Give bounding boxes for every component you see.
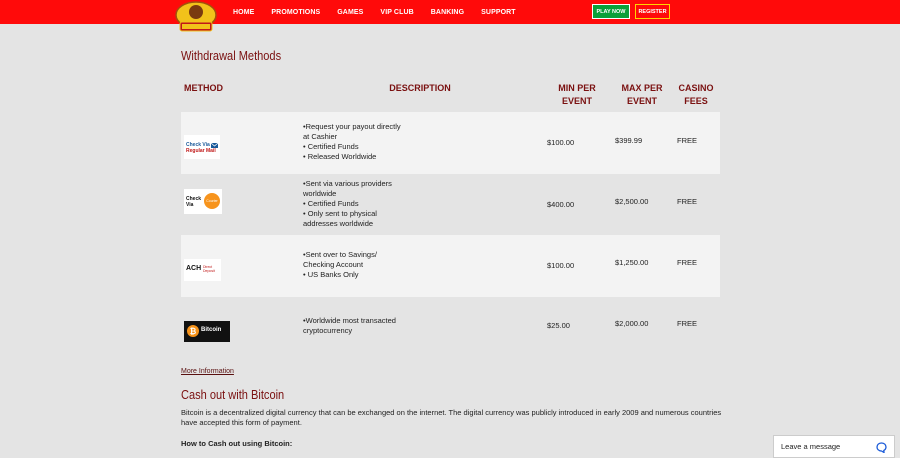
header-casino-fees: CASINO FEES	[670, 82, 722, 108]
desc-line: cryptocurrency	[303, 326, 353, 335]
header-method: METHOD	[184, 83, 223, 93]
row-min: $25.00	[547, 321, 570, 330]
chat-label: Leave a message	[781, 442, 841, 451]
desc-line: • Released Worldwide	[303, 152, 377, 161]
row-max: $2,000.00	[615, 319, 649, 328]
row-fee: FREE	[677, 197, 698, 206]
desc-line: •Sent via various providers	[303, 179, 392, 188]
desc-line: Checking Account	[303, 260, 364, 269]
bitcoin-howto-heading: How to Cash out using Bitcoin:	[181, 439, 293, 448]
nav-support[interactable]: SUPPORT	[481, 9, 516, 16]
nav-vip-club[interactable]: VIP CLUB	[380, 9, 413, 16]
row-fee: FREE	[677, 136, 698, 145]
leave-message-widget[interactable]: Leave a message	[773, 435, 895, 458]
row-description: •Request your payout directly at Cashier…	[303, 122, 413, 162]
nav-banking[interactable]: BANKING	[431, 9, 464, 16]
bitcoin-section-title: Cash out with Bitcoin	[181, 387, 285, 402]
nav-home[interactable]: HOME	[233, 9, 254, 16]
logo-text: ACH	[186, 265, 202, 272]
desc-line: addresses worldwide	[303, 219, 374, 228]
page-title: Withdrawal Methods	[181, 48, 282, 63]
row-max: $2,500.00	[615, 197, 649, 206]
check-courier-logo: Check Via Courier	[184, 189, 222, 214]
desc-line: •Sent over to Savings/	[303, 250, 377, 259]
header-fees-line2: FEES	[684, 96, 708, 106]
register-button[interactable]: REGISTER	[635, 4, 670, 19]
logo-text: Via	[186, 202, 194, 208]
logo-text: Bitcoin	[201, 327, 222, 333]
chat-bubble-icon[interactable]	[876, 442, 887, 453]
courier-badge-icon: Courier	[204, 193, 220, 209]
logo-text: Deposit	[203, 269, 215, 273]
header-description: DESCRIPTION	[389, 83, 451, 93]
header-min-line2: EVENT	[561, 96, 592, 106]
header-min-per-event: MIN PER EVENT	[547, 82, 607, 108]
desc-line: •Worldwide most transacted	[303, 316, 396, 325]
row-min: $100.00	[547, 138, 575, 147]
row-min: $400.00	[547, 200, 575, 209]
desc-line: • US Banks Only	[303, 270, 359, 279]
desc-line: at Cashier	[303, 132, 338, 141]
table-row: ACH Direct Deposit •Sent over to Savings…	[181, 235, 720, 297]
row-description: •Sent over to Savings/ Checking Account …	[303, 250, 413, 280]
nav-games[interactable]: GAMES	[337, 9, 363, 16]
table-row: Check Via Regular Mail •Request your pay…	[181, 112, 720, 174]
row-fee: FREE	[677, 258, 698, 267]
nav-promotions[interactable]: PROMOTIONS	[271, 9, 320, 16]
logo-text: Regular Mail	[186, 148, 216, 154]
header-max-line1: MAX PER	[621, 83, 663, 93]
ach-logo: ACH Direct Deposit	[184, 259, 221, 281]
row-fee: FREE	[677, 319, 698, 328]
header-fees-line1: CASINO	[678, 83, 714, 93]
header-max-line2: EVENT	[626, 96, 657, 106]
header-min-line1: MIN PER	[558, 83, 596, 93]
row-min: $100.00	[547, 261, 575, 270]
row-description: •Worldwide most transacted cryptocurrenc…	[303, 316, 413, 336]
bitcoin-description: Bitcoin is a decentralized digital curre…	[181, 408, 722, 427]
row-max: $399.99	[615, 136, 643, 145]
bitcoin-icon: ₿	[187, 325, 199, 337]
table-row: Check Via Courier •Sent via various prov…	[181, 174, 720, 235]
envelope-icon	[211, 143, 218, 148]
main-navigation: HOME PROMOTIONS GAMES VIP CLUB BANKING S…	[233, 0, 533, 24]
desc-line: • Certified Funds	[303, 199, 359, 208]
row-description: •Sent via various providers worldwide • …	[303, 179, 413, 229]
desc-line: • Only sent to physical	[303, 209, 377, 218]
bitcoin-logo: ₿ Bitcoin	[184, 321, 230, 342]
header-max-per-event: MAX PER EVENT	[612, 82, 672, 108]
logo-text: Courier	[206, 199, 218, 203]
play-now-button[interactable]: PLAY NOW	[592, 4, 630, 19]
casino-logo[interactable]	[172, 0, 220, 34]
desc-line: worldwide	[303, 189, 337, 198]
table-row: ₿ Bitcoin •Worldwide most transacted cry…	[181, 297, 720, 352]
desc-line: • Certified Funds	[303, 142, 359, 151]
row-max: $1,250.00	[615, 258, 649, 267]
desc-line: •Request your payout directly	[303, 122, 401, 131]
more-information-link[interactable]: More Information	[181, 368, 234, 375]
check-mail-logo: Check Via Regular Mail	[184, 135, 220, 159]
